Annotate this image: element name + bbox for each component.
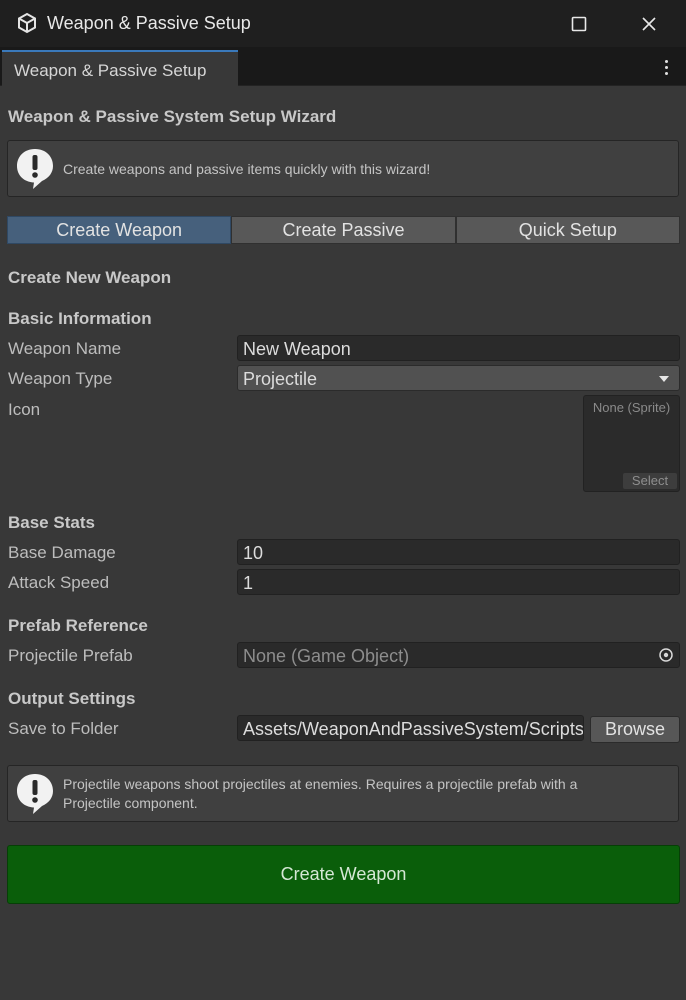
projectile-prefab-field[interactable]: None (Game Object) <box>237 642 680 668</box>
weapon-type-value: Projectile <box>243 369 318 389</box>
attack-speed-label: Attack Speed <box>8 573 110 592</box>
help-line-1: Projectile weapons shoot projectiles at … <box>63 776 578 792</box>
attack-speed-field[interactable]: 1 <box>237 569 680 595</box>
title-bar: Weapon & Passive Setup <box>0 0 686 47</box>
basic-info-heading: Basic Information <box>8 309 152 328</box>
maximize-icon <box>571 16 587 32</box>
base-damage-field[interactable]: 10 <box>237 539 680 565</box>
save-folder-label: Save to Folder <box>8 719 119 738</box>
weapon-type-help-text: Projectile weapons shoot projectiles at … <box>63 775 577 813</box>
output-settings-heading: Output Settings <box>8 689 136 708</box>
dropdown-arrow-icon <box>659 376 669 382</box>
close-button[interactable] <box>626 8 672 40</box>
browse-button[interactable]: Browse <box>590 716 680 743</box>
base-damage-label: Base Damage <box>8 543 116 562</box>
window-title: Weapon & Passive Setup <box>47 13 251 33</box>
save-folder-field[interactable]: Assets/WeaponAndPassiveSystem/Scripts <box>237 715 584 741</box>
projectile-prefab-value: None (Game Object) <box>243 646 410 666</box>
tab-quick-setup[interactable]: Quick Setup <box>455 216 680 244</box>
help-line-2: Projectile component. <box>63 795 198 811</box>
tab-strip: Weapon & Passive Setup <box>0 47 686 86</box>
unity-cube-icon <box>18 12 36 34</box>
create-weapon-button[interactable]: Create Weapon <box>7 845 680 904</box>
weapon-name-field[interactable]: New Weapon <box>237 335 680 361</box>
weapon-name-label: Weapon Name <box>8 339 122 358</box>
weapon-type-label: Weapon Type <box>8 369 113 388</box>
weapon-type-dropdown[interactable]: Projectile <box>237 365 680 391</box>
section-title: Create New Weapon <box>8 268 172 287</box>
info-icon <box>17 774 53 814</box>
prefab-reference-heading: Prefab Reference <box>8 616 148 635</box>
info-icon <box>17 149 53 189</box>
icon-sprite-field[interactable]: None (Sprite) Select <box>583 395 680 492</box>
info-message: Create weapons and passive items quickly… <box>63 161 431 177</box>
tab-weapon-passive-setup[interactable]: Weapon & Passive Setup <box>2 50 238 86</box>
maximize-button[interactable] <box>556 8 602 40</box>
tab-create-weapon[interactable]: Create Weapon <box>7 216 232 244</box>
base-stats-heading: Base Stats <box>8 513 95 532</box>
tab-create-passive[interactable]: Create Passive <box>231 216 456 244</box>
object-picker-icon[interactable] <box>657 646 675 664</box>
info-help-box: Create weapons and passive items quickly… <box>7 140 679 197</box>
icon-label: Icon <box>8 400 41 419</box>
more-options-icon[interactable] <box>656 55 676 79</box>
close-icon <box>642 17 656 31</box>
wizard-title: Weapon & Passive System Setup Wizard <box>8 107 337 126</box>
weapon-type-help-box: Projectile weapons shoot projectiles at … <box>7 765 679 822</box>
mode-toolbar: Create Weapon Create Passive Quick Setup <box>7 216 680 244</box>
sprite-select-button[interactable]: Select <box>623 473 677 489</box>
projectile-prefab-label: Projectile Prefab <box>8 646 133 665</box>
sprite-none-text: None (Sprite) <box>592 400 671 415</box>
